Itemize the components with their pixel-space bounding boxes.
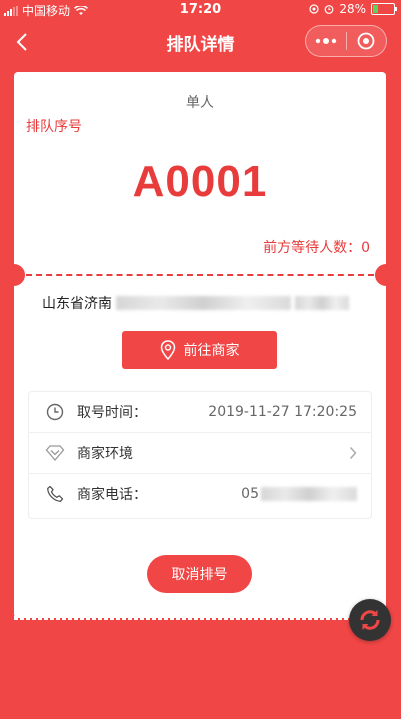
nav-bar: 排队详情	[0, 20, 401, 64]
refresh-button[interactable]	[349, 599, 391, 641]
cancel-queue-button[interactable]: 取消排号	[147, 555, 252, 593]
ticket-notch-right	[375, 264, 397, 286]
info-row-environment[interactable]: 商家环境	[29, 433, 371, 474]
queue-number-label: 排队序号	[26, 119, 82, 135]
ticket-divider	[26, 274, 374, 276]
info-row-phone: 商家电话： 05	[29, 474, 371, 514]
status-bar: 中国移动 17:20 28%	[0, 0, 401, 20]
queue-number: A0001	[132, 157, 268, 206]
waiting-ahead-count: 前方等待人数：0	[263, 240, 370, 256]
phone-icon	[45, 484, 65, 504]
info-panel: 取号时间： 2019-11-27 17:20:25 商家环境 商家电话： 05	[28, 391, 372, 519]
clock-icon	[45, 402, 65, 422]
address-redacted-tail	[295, 296, 349, 310]
phone-value: 05	[241, 486, 259, 502]
info-row-time: 取号时间： 2019-11-27 17:20:25	[29, 392, 371, 433]
location-pin-icon	[160, 340, 175, 360]
merchant-address: 山东省济南	[42, 293, 349, 313]
location-arrow-icon	[309, 4, 319, 14]
environment-arrow	[349, 446, 357, 460]
ticket-perforated-edge	[14, 616, 386, 620]
miniprogram-capsule	[305, 25, 387, 57]
battery-icon	[371, 3, 397, 15]
goto-merchant-button[interactable]: 前往商家	[122, 331, 277, 369]
close-miniprogram-button[interactable]	[347, 26, 387, 56]
status-right: 28%	[309, 2, 397, 16]
refresh-icon	[360, 610, 380, 630]
more-button[interactable]	[306, 26, 346, 56]
address-redacted	[116, 296, 291, 310]
chevron-right-icon	[349, 446, 357, 460]
target-close-icon	[357, 32, 375, 50]
ticket-card: 单人 排队序号 A0001 前方等待人数：0 山东省济南 前往商家 取号时间： …	[3, 72, 397, 620]
alarm-icon	[324, 5, 334, 14]
phone-value-wrap[interactable]: 05	[241, 486, 357, 502]
phone-redacted	[261, 487, 357, 501]
address-text: 山东省济南	[42, 296, 112, 312]
goto-merchant-label: 前往商家	[183, 343, 240, 359]
ticket-notch-left	[3, 264, 25, 286]
phone-label: 商家电话：	[77, 487, 147, 503]
environment-label: 商家环境	[77, 446, 133, 462]
more-dots-icon	[315, 38, 336, 44]
queue-type: 单人	[186, 95, 214, 111]
time-label: 取号时间：	[77, 405, 147, 421]
diamond-icon	[45, 443, 65, 463]
battery-percent: 28%	[339, 2, 366, 16]
time-value: 2019-11-27 17:20:25	[208, 404, 357, 420]
